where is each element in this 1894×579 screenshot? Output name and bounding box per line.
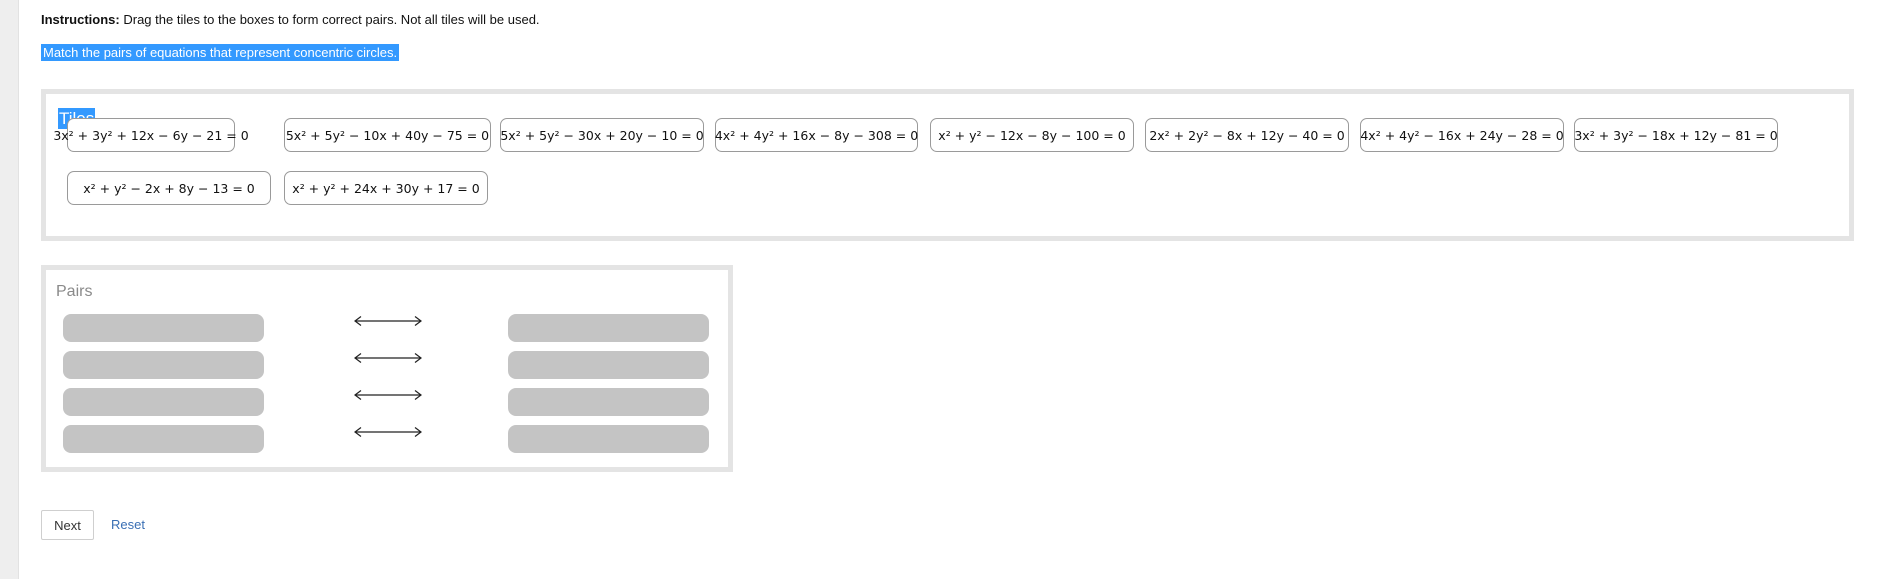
pair-slot-left[interactable] (63, 351, 264, 379)
tile[interactable]: 4x² + 4y² − 16x + 24y − 28 = 0 (1360, 118, 1564, 152)
next-button[interactable]: Next (41, 510, 94, 540)
instructions-text: Drag the tiles to the boxes to form corr… (123, 12, 540, 27)
tile-equation: 2x² + 2y² − 8x + 12y − 40 = 0 (1149, 127, 1345, 143)
pairs-title: Pairs (56, 283, 93, 300)
double-arrow-icon (354, 427, 422, 437)
tile[interactable]: 2x² + 2y² − 8x + 12y − 40 = 0 (1145, 118, 1349, 152)
double-arrow-icon (354, 390, 422, 400)
question-prompt: Match the pairs of equations that repres… (41, 44, 400, 61)
instructions-label: Instructions: (41, 12, 120, 27)
pair-slot-right[interactable] (508, 425, 709, 453)
tile[interactable]: 5x² + 5y² − 10x + 40y − 75 = 0 (284, 118, 491, 152)
pair-slot-right[interactable] (508, 351, 709, 379)
tile-equation: 4x² + 4y² − 16x + 24y − 28 = 0 (1360, 127, 1564, 143)
tiles-panel: Tiles 3x² + 3y² + 12x − 6y − 21 = 0 5x² … (41, 89, 1854, 241)
tile[interactable]: x² + y² + 24x + 30y + 17 = 0 (284, 171, 488, 205)
pairs-panel: Pairs (41, 265, 733, 472)
double-arrow-icon (354, 353, 422, 363)
tile[interactable]: 5x² + 5y² − 30x + 20y − 10 = 0 (500, 118, 704, 152)
tile-equation: x² + y² + 24x + 30y + 17 = 0 (292, 180, 480, 196)
tile[interactable]: 3x² + 3y² + 12x − 6y − 21 = 0 (53, 118, 249, 152)
tile-equation: x² + y² − 12x − 8y − 100 = 0 (938, 127, 1126, 143)
instructions: Instructions: Drag the tiles to the boxe… (41, 12, 540, 27)
tile-equation: 5x² + 5y² − 30x + 20y − 10 = 0 (500, 127, 704, 143)
tile[interactable]: 4x² + 4y² + 16x − 8y − 308 = 0 (715, 118, 918, 152)
pair-slot-left[interactable] (63, 388, 264, 416)
reset-link[interactable]: Reset (111, 517, 145, 532)
pair-slot-right[interactable] (508, 388, 709, 416)
pair-slot-left[interactable] (63, 314, 264, 342)
tile-equation: x² + y² − 2x + 8y − 13 = 0 (83, 180, 255, 196)
tile-equation: 3x² + 3y² + 12x − 6y − 21 = 0 (53, 127, 249, 143)
pair-slot-left[interactable] (63, 425, 264, 453)
tile-equation: 5x² + 5y² − 10x + 40y − 75 = 0 (285, 127, 490, 143)
left-margin-strip (0, 0, 19, 579)
pair-slot-right[interactable] (508, 314, 709, 342)
tile-equation: 3x² + 3y² − 18x + 12y − 81 = 0 (1574, 127, 1778, 143)
tile[interactable]: 3x² + 3y² − 18x + 12y − 81 = 0 (1574, 118, 1778, 152)
double-arrow-icon (354, 316, 422, 326)
tile-equation: 4x² + 4y² + 16x − 8y − 308 = 0 (714, 127, 919, 143)
tile[interactable]: x² + y² − 2x + 8y − 13 = 0 (67, 171, 271, 205)
tile[interactable]: x² + y² − 12x − 8y − 100 = 0 (930, 118, 1134, 152)
